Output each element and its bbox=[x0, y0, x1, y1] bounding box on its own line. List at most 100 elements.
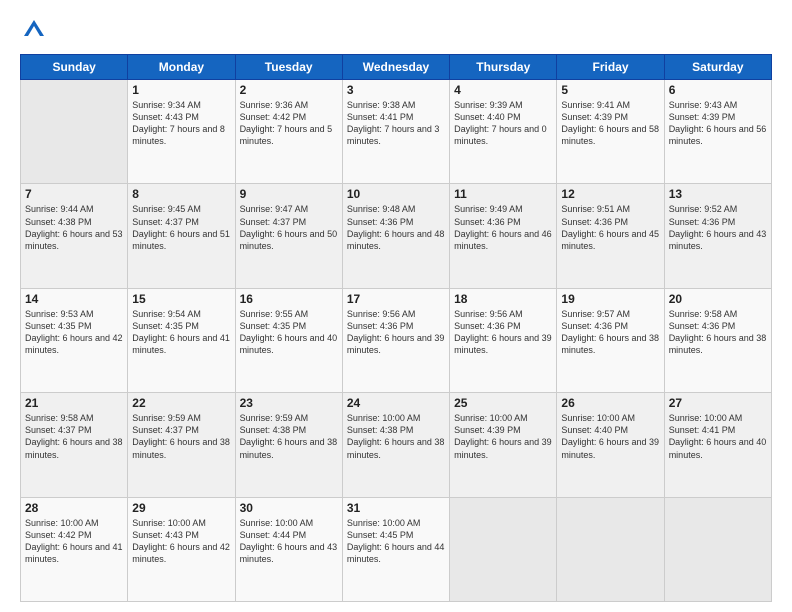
week-row-3: 14 Sunrise: 9:53 AMSunset: 4:35 PMDayligh… bbox=[21, 288, 772, 392]
day-cell: 1 Sunrise: 9:34 AMSunset: 4:43 PMDaylight… bbox=[128, 80, 235, 184]
day-detail: Sunrise: 10:00 AMSunset: 4:44 PMDaylight… bbox=[240, 517, 338, 566]
day-cell: 22Sunrise: 9:59 AMSunset: 4:37 PMDayligh… bbox=[128, 393, 235, 497]
day-detail: Sunrise: 9:36 AMSunset: 4:42 PMDaylight:… bbox=[240, 99, 338, 148]
day-cell: 12Sunrise: 9:51 AMSunset: 4:36 PMDayligh… bbox=[557, 184, 664, 288]
day-number: 21 bbox=[25, 396, 123, 410]
day-number: 28 bbox=[25, 501, 123, 515]
day-detail: Sunrise: 9:45 AMSunset: 4:37 PMDaylight:… bbox=[132, 203, 230, 252]
day-detail: Sunrise: 9:44 AMSunset: 4:38 PMDaylight:… bbox=[25, 203, 123, 252]
header bbox=[20, 16, 772, 44]
day-cell: 13Sunrise: 9:52 AMSunset: 4:36 PMDayligh… bbox=[664, 184, 771, 288]
day-detail: Sunrise: 10:00 AMSunset: 4:39 PMDaylight… bbox=[454, 412, 552, 461]
day-number: 6 bbox=[669, 83, 767, 97]
day-number: 8 bbox=[132, 187, 230, 201]
day-cell bbox=[557, 497, 664, 601]
weekday-header-row: SundayMondayTuesdayWednesdayThursdayFrid… bbox=[21, 55, 772, 80]
day-number: 2 bbox=[240, 83, 338, 97]
day-cell: 6Sunrise: 9:43 AMSunset: 4:39 PMDaylight… bbox=[664, 80, 771, 184]
day-number: 3 bbox=[347, 83, 445, 97]
day-detail: Sunrise: 9:53 AMSunset: 4:35 PMDaylight:… bbox=[25, 308, 123, 357]
day-detail: Sunrise: 9:48 AMSunset: 4:36 PMDaylight:… bbox=[347, 203, 445, 252]
day-number: 27 bbox=[669, 396, 767, 410]
day-detail: Sunrise: 9:59 AMSunset: 4:38 PMDaylight:… bbox=[240, 412, 338, 461]
week-row-4: 21 Sunrise: 9:58 AMSunset: 4:37 PMDayligh… bbox=[21, 393, 772, 497]
day-number: 17 bbox=[347, 292, 445, 306]
day-detail: Sunrise: 10:00 AMSunset: 4:45 PMDaylight… bbox=[347, 517, 445, 566]
day-cell: 2 Sunrise: 9:36 AMSunset: 4:42 PMDaylight… bbox=[235, 80, 342, 184]
day-cell: 30 Sunrise: 10:00 AMSunset: 4:44 PMDaylig… bbox=[235, 497, 342, 601]
day-cell: 14 Sunrise: 9:53 AMSunset: 4:35 PMDayligh… bbox=[21, 288, 128, 392]
day-cell: 8 Sunrise: 9:45 AMSunset: 4:37 PMDaylight… bbox=[128, 184, 235, 288]
day-number: 25 bbox=[454, 396, 552, 410]
day-detail: Sunrise: 9:52 AMSunset: 4:36 PMDaylight:… bbox=[669, 203, 767, 252]
day-detail: Sunrise: 9:39 AMSunset: 4:40 PMDaylight:… bbox=[454, 99, 552, 148]
day-detail: Sunrise: 9:54 AMSunset: 4:35 PMDaylight:… bbox=[132, 308, 230, 357]
day-detail: Sunrise: 9:55 AMSunset: 4:35 PMDaylight:… bbox=[240, 308, 338, 357]
day-cell: 23 Sunrise: 9:59 AMSunset: 4:38 PMDayligh… bbox=[235, 393, 342, 497]
day-cell: 17 Sunrise: 9:56 AMSunset: 4:36 PMDayligh… bbox=[342, 288, 449, 392]
day-detail: Sunrise: 9:49 AMSunset: 4:36 PMDaylight:… bbox=[454, 203, 552, 252]
weekday-header-saturday: Saturday bbox=[664, 55, 771, 80]
day-cell: 11 Sunrise: 9:49 AMSunset: 4:36 PMDayligh… bbox=[450, 184, 557, 288]
weekday-header-thursday: Thursday bbox=[450, 55, 557, 80]
day-cell bbox=[450, 497, 557, 601]
weekday-header-monday: Monday bbox=[128, 55, 235, 80]
day-number: 22 bbox=[132, 396, 230, 410]
day-cell: 18 Sunrise: 9:56 AMSunset: 4:36 PMDayligh… bbox=[450, 288, 557, 392]
week-row-5: 28 Sunrise: 10:00 AMSunset: 4:42 PMDaylig… bbox=[21, 497, 772, 601]
day-number: 23 bbox=[240, 396, 338, 410]
calendar-table: SundayMondayTuesdayWednesdayThursdayFrid… bbox=[20, 54, 772, 602]
day-cell: 3 Sunrise: 9:38 AMSunset: 4:41 PMDaylight… bbox=[342, 80, 449, 184]
day-number: 1 bbox=[132, 83, 230, 97]
day-cell: 27Sunrise: 10:00 AMSunset: 4:41 PMDaylig… bbox=[664, 393, 771, 497]
day-detail: Sunrise: 10:00 AMSunset: 4:38 PMDaylight… bbox=[347, 412, 445, 461]
day-detail: Sunrise: 9:57 AMSunset: 4:36 PMDaylight:… bbox=[561, 308, 659, 357]
day-detail: Sunrise: 9:56 AMSunset: 4:36 PMDaylight:… bbox=[347, 308, 445, 357]
logo-icon bbox=[20, 16, 48, 44]
day-number: 11 bbox=[454, 187, 552, 201]
day-cell: 28 Sunrise: 10:00 AMSunset: 4:42 PMDaylig… bbox=[21, 497, 128, 601]
day-number: 30 bbox=[240, 501, 338, 515]
weekday-header-friday: Friday bbox=[557, 55, 664, 80]
day-number: 18 bbox=[454, 292, 552, 306]
day-cell: 16Sunrise: 9:55 AMSunset: 4:35 PMDayligh… bbox=[235, 288, 342, 392]
day-number: 9 bbox=[240, 187, 338, 201]
day-number: 5 bbox=[561, 83, 659, 97]
weekday-header-tuesday: Tuesday bbox=[235, 55, 342, 80]
day-number: 4 bbox=[454, 83, 552, 97]
day-detail: Sunrise: 10:00 AMSunset: 4:43 PMDaylight… bbox=[132, 517, 230, 566]
day-number: 15 bbox=[132, 292, 230, 306]
week-row-1: 1 Sunrise: 9:34 AMSunset: 4:43 PMDaylight… bbox=[21, 80, 772, 184]
day-detail: Sunrise: 9:58 AMSunset: 4:36 PMDaylight:… bbox=[669, 308, 767, 357]
day-detail: Sunrise: 9:41 AMSunset: 4:39 PMDaylight:… bbox=[561, 99, 659, 148]
day-number: 20 bbox=[669, 292, 767, 306]
day-cell: 26Sunrise: 10:00 AMSunset: 4:40 PMDaylig… bbox=[557, 393, 664, 497]
day-cell: 29 Sunrise: 10:00 AMSunset: 4:43 PMDaylig… bbox=[128, 497, 235, 601]
weekday-header-sunday: Sunday bbox=[21, 55, 128, 80]
day-cell: 19 Sunrise: 9:57 AMSunset: 4:36 PMDayligh… bbox=[557, 288, 664, 392]
day-cell: 25 Sunrise: 10:00 AMSunset: 4:39 PMDaylig… bbox=[450, 393, 557, 497]
day-detail: Sunrise: 9:56 AMSunset: 4:36 PMDaylight:… bbox=[454, 308, 552, 357]
day-number: 14 bbox=[25, 292, 123, 306]
weekday-header-wednesday: Wednesday bbox=[342, 55, 449, 80]
day-number: 29 bbox=[132, 501, 230, 515]
day-detail: Sunrise: 9:38 AMSunset: 4:41 PMDaylight:… bbox=[347, 99, 445, 148]
day-cell: 10 Sunrise: 9:48 AMSunset: 4:36 PMDayligh… bbox=[342, 184, 449, 288]
day-cell: 20 Sunrise: 9:58 AMSunset: 4:36 PMDayligh… bbox=[664, 288, 771, 392]
day-detail: Sunrise: 9:47 AMSunset: 4:37 PMDaylight:… bbox=[240, 203, 338, 252]
day-cell: 15 Sunrise: 9:54 AMSunset: 4:35 PMDayligh… bbox=[128, 288, 235, 392]
day-cell: 9 Sunrise: 9:47 AMSunset: 4:37 PMDaylight… bbox=[235, 184, 342, 288]
day-detail: Sunrise: 10:00 AMSunset: 4:42 PMDaylight… bbox=[25, 517, 123, 566]
day-cell bbox=[664, 497, 771, 601]
day-detail: Sunrise: 10:00 AMSunset: 4:40 PMDaylight… bbox=[561, 412, 659, 461]
day-cell bbox=[21, 80, 128, 184]
day-number: 19 bbox=[561, 292, 659, 306]
day-detail: Sunrise: 9:58 AMSunset: 4:37 PMDaylight:… bbox=[25, 412, 123, 461]
calendar-page: SundayMondayTuesdayWednesdayThursdayFrid… bbox=[0, 0, 792, 612]
day-detail: Sunrise: 9:34 AMSunset: 4:43 PMDaylight:… bbox=[132, 99, 230, 148]
day-number: 10 bbox=[347, 187, 445, 201]
day-cell: 4 Sunrise: 9:39 AMSunset: 4:40 PMDaylight… bbox=[450, 80, 557, 184]
day-cell: 5 Sunrise: 9:41 AMSunset: 4:39 PMDaylight… bbox=[557, 80, 664, 184]
day-cell: 21 Sunrise: 9:58 AMSunset: 4:37 PMDayligh… bbox=[21, 393, 128, 497]
day-cell: 24Sunrise: 10:00 AMSunset: 4:38 PMDaylig… bbox=[342, 393, 449, 497]
